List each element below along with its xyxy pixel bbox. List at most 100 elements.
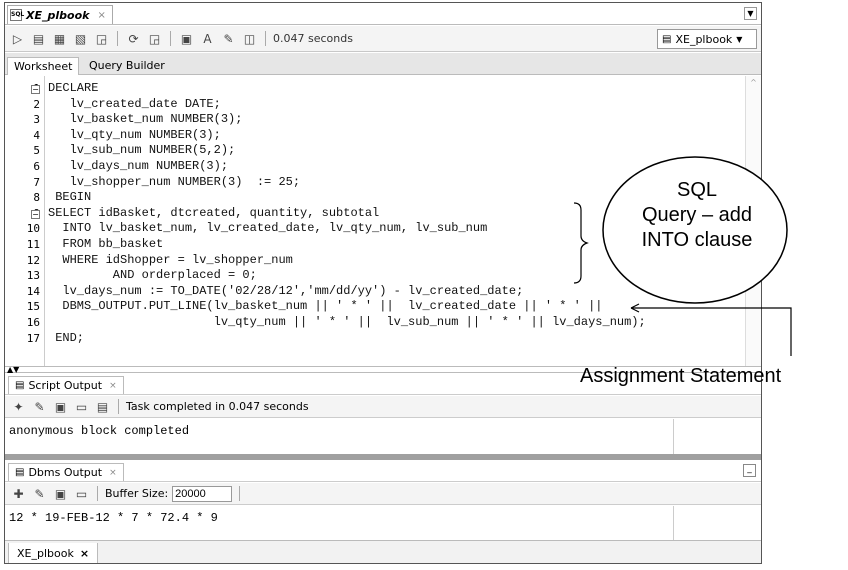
explain-plan-icon[interactable]: ⟳ (125, 30, 142, 47)
document-tab[interactable]: SQL XE_plbook × (7, 5, 113, 24)
line-number: 16 (26, 316, 40, 329)
assignment-statement-label: Assignment Statement (580, 365, 782, 387)
close-icon[interactable]: × (80, 547, 89, 560)
toolbar-separator (118, 399, 119, 414)
line-number: 2 (33, 97, 40, 111)
script-output-text: anonymous block completed (9, 424, 190, 438)
code-line[interactable]: lv_days_num NUMBER(3); (48, 159, 228, 173)
buffer-size-label: Buffer Size: (105, 487, 169, 500)
tab-dbms-output[interactable]: ▤ Dbms Output × (8, 463, 124, 481)
code-line[interactable]: END; (48, 331, 84, 345)
document-tab-bar: SQL XE_plbook × ▼ (5, 3, 761, 25)
history-icon[interactable]: ◫ (241, 30, 258, 47)
bottom-tab-bar: XE_plbook × (5, 540, 761, 563)
toolbar-separator (117, 31, 118, 46)
document-tab-title: XE_plbook (26, 8, 90, 22)
save-icon[interactable]: ▣ (52, 485, 69, 502)
dbms-output-text: 12 * 19-FEB-12 * 7 * 72.4 * 9 (9, 511, 218, 525)
change-case-icon[interactable]: A (199, 30, 216, 47)
task-status: Task completed in 0.047 seconds (126, 400, 309, 413)
tab-script-output[interactable]: ▤ Script Output × (8, 376, 124, 394)
tab-list-icon[interactable]: ▼ (744, 7, 757, 20)
add-icon[interactable]: ✚ (10, 485, 27, 502)
scroll-up-icon[interactable]: ^ (746, 78, 761, 87)
code-line[interactable]: lv_shopper_num NUMBER(3) := 25; (48, 175, 300, 189)
minimize-icon[interactable]: _ (743, 464, 756, 477)
script-output-toolbar: ✦ ✎ ▣ ▭ ▤ Task completed in 0.047 second… (5, 396, 761, 418)
toolbar-separator (239, 486, 241, 501)
sql-developer-window: SQL XE_plbook × ▼ ▷ ▤ ▦ ▧ ◲ ⟳ ◲ ▣ A ✎ ◫ … (4, 2, 762, 564)
bottom-tab-xe-plbook[interactable]: XE_plbook × (8, 543, 99, 563)
sql-callout-label: SQL Query – add INTO clause (612, 178, 782, 253)
clear-eraser-icon[interactable]: ✎ (31, 485, 48, 502)
line-number: 12 (26, 253, 40, 267)
line-number: 4 (33, 128, 40, 142)
code-line[interactable]: lv_qty_num || ' * ' || lv_sub_num || ' *… (48, 315, 646, 329)
connection-name: XE_plbook (675, 32, 733, 46)
connection-select[interactable]: ▤ XE_plbook ▼ (657, 29, 757, 49)
editor-toolbar: ▷ ▤ ▦ ▧ ◲ ⟳ ◲ ▣ A ✎ ◫ 0.047 seconds ▤ XE… (5, 26, 761, 52)
dbms-output-body: 12 * 19-FEB-12 * 7 * 72.4 * 9 (5, 506, 761, 540)
script-output-icon: ▤ (15, 380, 25, 391)
script-output-tab-label: Script Output (28, 379, 103, 392)
code-line[interactable]: INTO lv_basket_num, lv_created_date, lv_… (48, 221, 487, 235)
line-number: 8 (33, 191, 40, 205)
autotrace-icon[interactable]: ◲ (93, 30, 110, 47)
code-line[interactable]: DBMS_OUTPUT.PUT_LINE(lv_basket_num || ' … (48, 299, 602, 313)
close-icon[interactable]: × (109, 381, 117, 391)
close-icon[interactable]: × (109, 468, 117, 478)
code-line[interactable]: WHERE idShopper = lv_shopper_num (48, 253, 292, 267)
run-statement-icon[interactable]: ▷ (9, 30, 26, 47)
pin-icon[interactable]: ✦ (10, 398, 27, 415)
callout-line-3: INTO clause (641, 229, 753, 251)
commit-icon[interactable]: ▦ (51, 30, 68, 47)
toolbar-separator (170, 31, 171, 46)
dbms-output-tabbar: ▤ Dbms Output × _ (5, 460, 761, 482)
fold-toggle-icon[interactable]: − (31, 209, 40, 219)
rollback-icon[interactable]: ▧ (72, 30, 89, 47)
buffer-size-input[interactable] (172, 485, 233, 502)
code-line[interactable]: lv_days_num := TO_DATE('02/28/12','mm/dd… (48, 284, 523, 298)
line-number-gutter: 1234567891011121314151617−− (5, 76, 45, 366)
tab-worksheet[interactable]: Worksheet (7, 57, 80, 75)
dbms-output-icon: ▤ (15, 467, 25, 478)
clear-eraser-icon[interactable]: ✎ (220, 30, 237, 47)
worksheet-tabs: Worksheet Query Builder (5, 53, 761, 75)
code-line[interactable]: DECLARE (48, 81, 98, 95)
dbms-output-toolbar: ✚ ✎ ▣ ▭ Buffer Size: (5, 483, 761, 505)
code-line[interactable]: SELECT idBasket, dtcreated, quantity, su… (48, 206, 379, 220)
close-icon[interactable]: × (97, 10, 105, 21)
line-number: 5 (33, 144, 40, 158)
line-number: 7 (33, 175, 40, 189)
fold-toggle-icon[interactable]: − (31, 85, 40, 94)
sql-file-icon: SQL (10, 9, 24, 21)
script-output-body: anonymous block completed (5, 419, 761, 454)
code-line[interactable]: FROM bb_basket (48, 237, 163, 251)
clear-eraser-icon[interactable]: ✎ (31, 398, 48, 415)
code-line[interactable]: lv_sub_num NUMBER(5,2); (48, 143, 236, 157)
line-number: 17 (26, 331, 40, 345)
run-script-icon[interactable]: ▤ (30, 30, 47, 47)
print-icon[interactable]: ▭ (73, 485, 90, 502)
sql-tuning-icon[interactable]: ◲ (146, 30, 163, 47)
dbms-output-tab-label: Dbms Output (28, 466, 103, 479)
code-line[interactable]: lv_qty_num NUMBER(3); (48, 128, 221, 142)
code-line[interactable]: lv_created_date DATE; (48, 97, 221, 111)
code-line[interactable]: AND orderplaced = 0; (48, 268, 257, 282)
script-output-side-pane (673, 419, 761, 454)
bottom-tab-label: XE_plbook (17, 546, 74, 560)
sql-history-icon[interactable]: ▣ (178, 30, 195, 47)
tab-query-builder[interactable]: Query Builder (83, 57, 171, 75)
line-number: 15 (26, 300, 40, 314)
line-number: 13 (26, 269, 40, 283)
line-number: 11 (26, 238, 40, 251)
code-line[interactable]: lv_basket_num NUMBER(3); (48, 112, 243, 126)
print-icon[interactable]: ▭ (73, 398, 90, 415)
code-line[interactable]: BEGIN (48, 190, 91, 204)
open-file-icon[interactable]: ▤ (94, 398, 111, 415)
callout-line-1: SQL (676, 179, 718, 201)
callout-line-2: Query – add (641, 204, 753, 226)
chevron-down-icon: ▼ (736, 34, 743, 44)
save-icon[interactable]: ▣ (52, 398, 69, 415)
dbms-output-side-pane (673, 506, 761, 540)
